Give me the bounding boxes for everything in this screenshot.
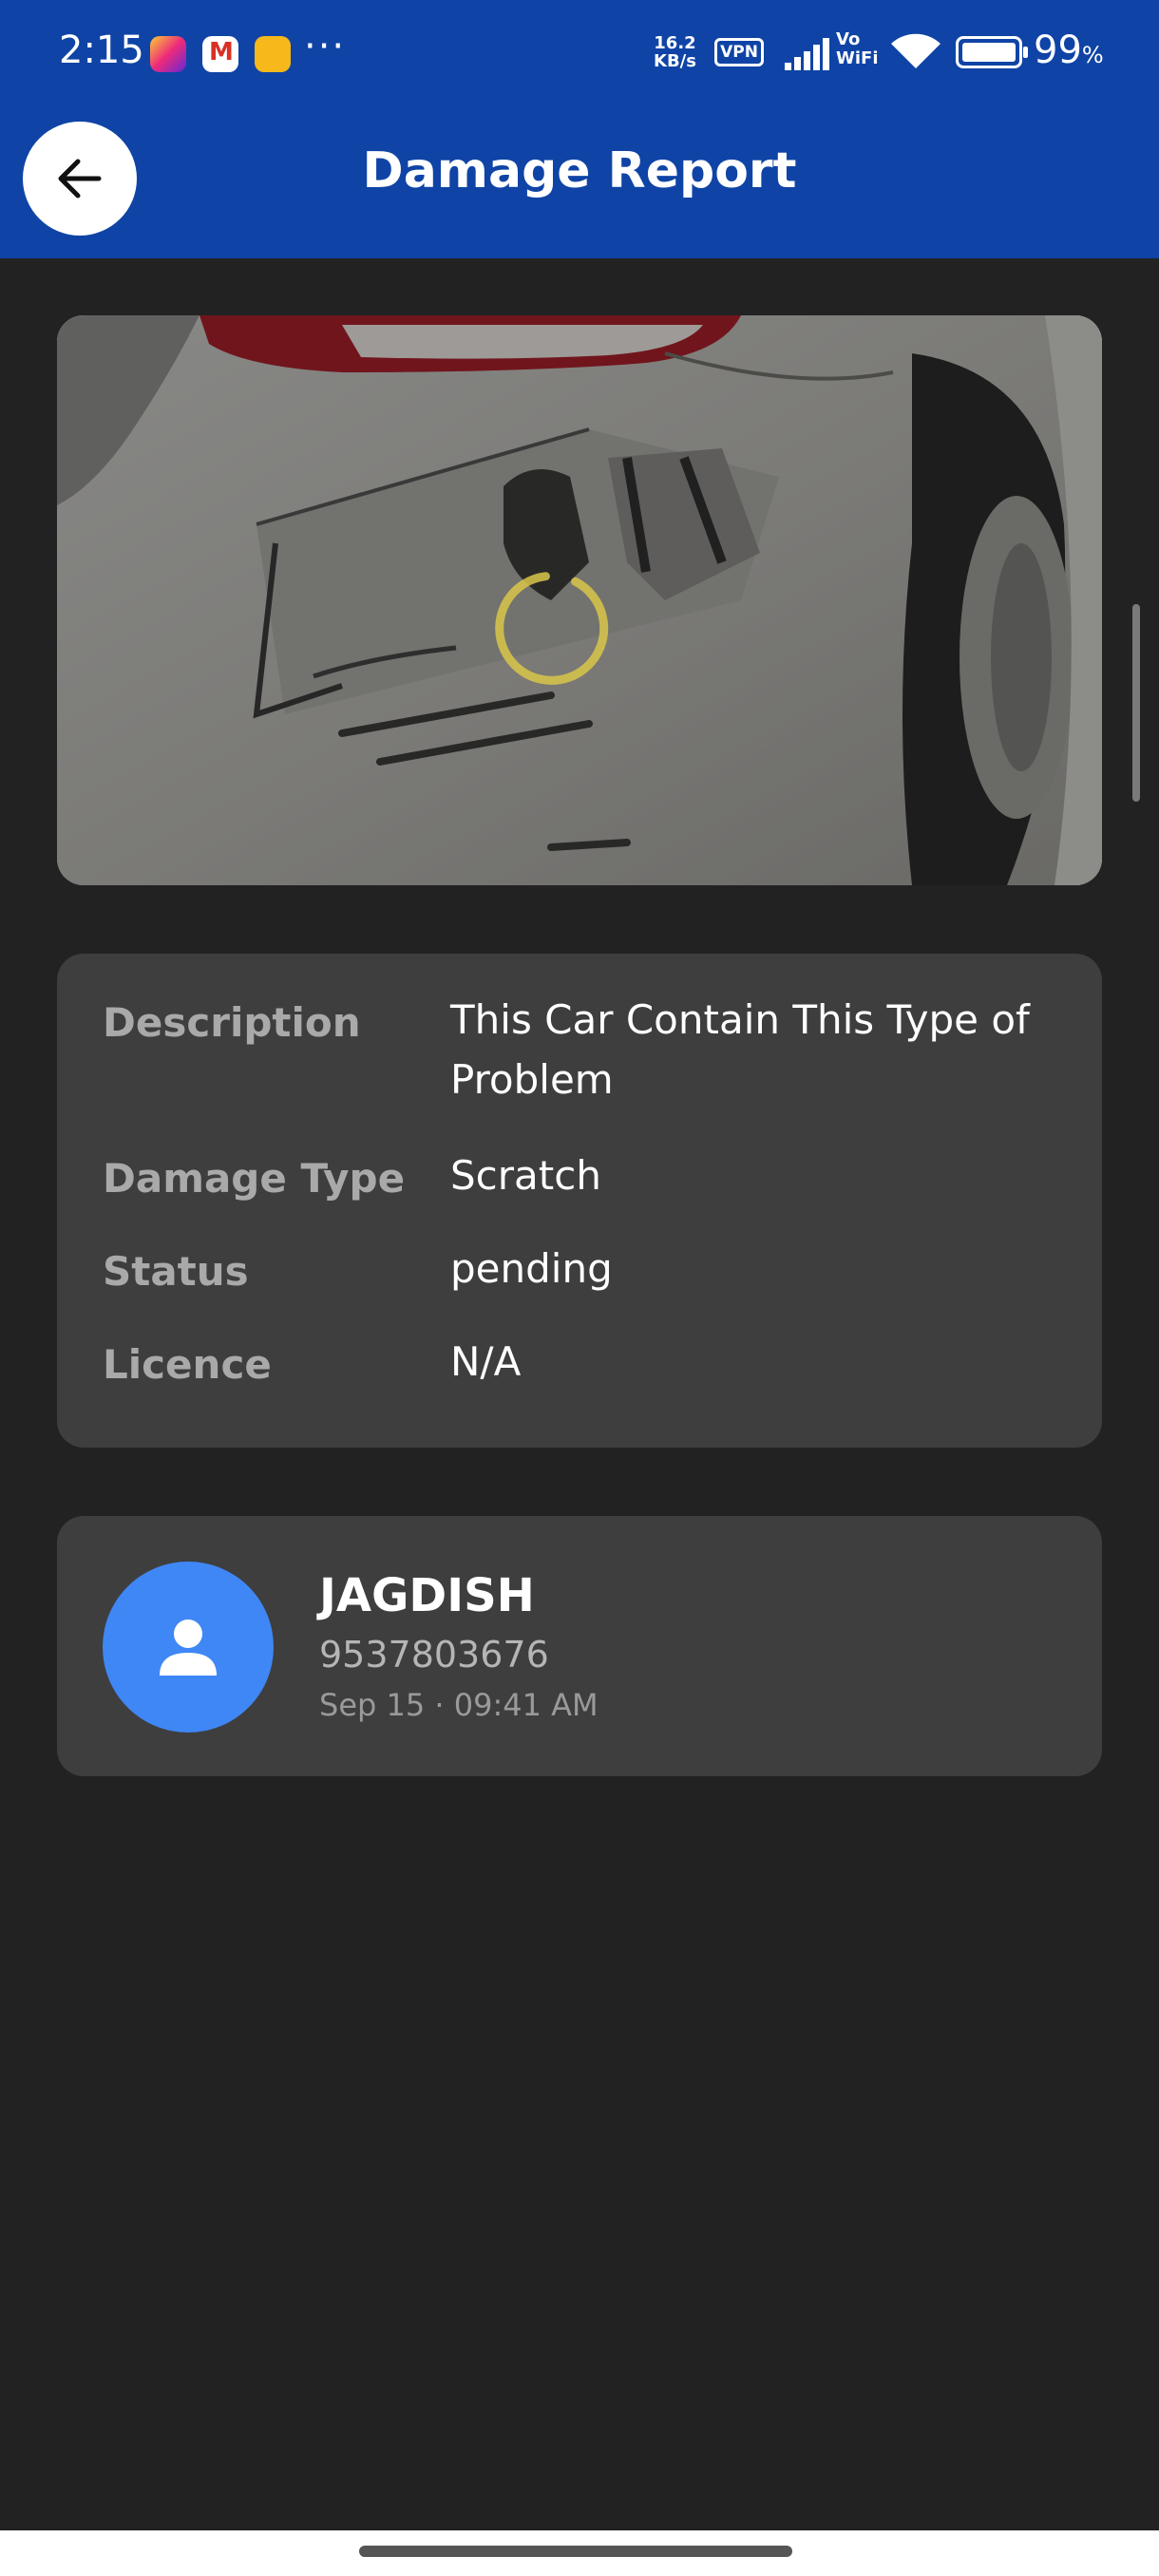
status-time: 2:15: [59, 28, 144, 72]
wifi-icon: [891, 33, 940, 68]
damage-type-value: Scratch: [450, 1152, 601, 1199]
reporter-name: JAGDISH: [319, 1569, 535, 1622]
reporter-phone: 9537803676: [319, 1634, 549, 1676]
avatar: [103, 1562, 274, 1733]
page-title: Damage Report: [362, 142, 797, 199]
reporter-card[interactable]: JAGDISH 9537803676 Sep 15 · 09:41 AM: [57, 1516, 1102, 1776]
status-value: pending: [450, 1245, 613, 1292]
licence-label: Licence: [103, 1341, 272, 1388]
licence-value: N/A: [450, 1338, 522, 1385]
vowifi-line2: WiFi: [836, 48, 879, 68]
network-speed-unit: KB/s: [654, 51, 696, 71]
battery-unit: %: [1081, 42, 1104, 68]
status-bar: 2:15 ··· 16.2 KB/s VPN Vo WiFi 99%: [0, 0, 1159, 106]
damage-photo-image: [57, 315, 1102, 885]
vowifi-line1: Vo: [836, 29, 861, 49]
vpn-icon: VPN: [714, 38, 764, 66]
damage-type-label: Damage Type: [103, 1155, 406, 1202]
description-value: This Car Contain This Type of Problem: [450, 996, 1030, 1103]
damage-photo[interactable]: [57, 315, 1102, 885]
battery-value: 99: [1034, 28, 1082, 72]
report-datetime: Sep 15 · 09:41 AM: [319, 1687, 598, 1723]
battery-percent: 99%: [1034, 28, 1104, 72]
network-speed-value: 16.2: [654, 33, 696, 53]
battery-icon: [956, 36, 1028, 68]
person-icon: [160, 1619, 217, 1676]
app-bar: 2:15 ··· 16.2 KB/s VPN Vo WiFi 99%: [0, 0, 1159, 258]
instagram-icon: [150, 36, 186, 72]
vowifi-icon: Vo WiFi: [836, 30, 879, 68]
more-notifications-icon: ···: [304, 25, 347, 68]
navigation-bar: [0, 2530, 1159, 2576]
status-label: Status: [103, 1248, 249, 1295]
description-label: Description: [103, 999, 361, 1046]
home-indicator[interactable]: [359, 2546, 792, 2557]
damage-details-card: Description This Car Contain This Type o…: [57, 954, 1102, 1448]
signal-icon: [785, 38, 830, 70]
scrollbar[interactable]: [1132, 604, 1140, 802]
network-speed: 16.2 KB/s: [654, 34, 696, 70]
gmail-icon: [202, 36, 238, 72]
notes-icon: [255, 36, 291, 72]
